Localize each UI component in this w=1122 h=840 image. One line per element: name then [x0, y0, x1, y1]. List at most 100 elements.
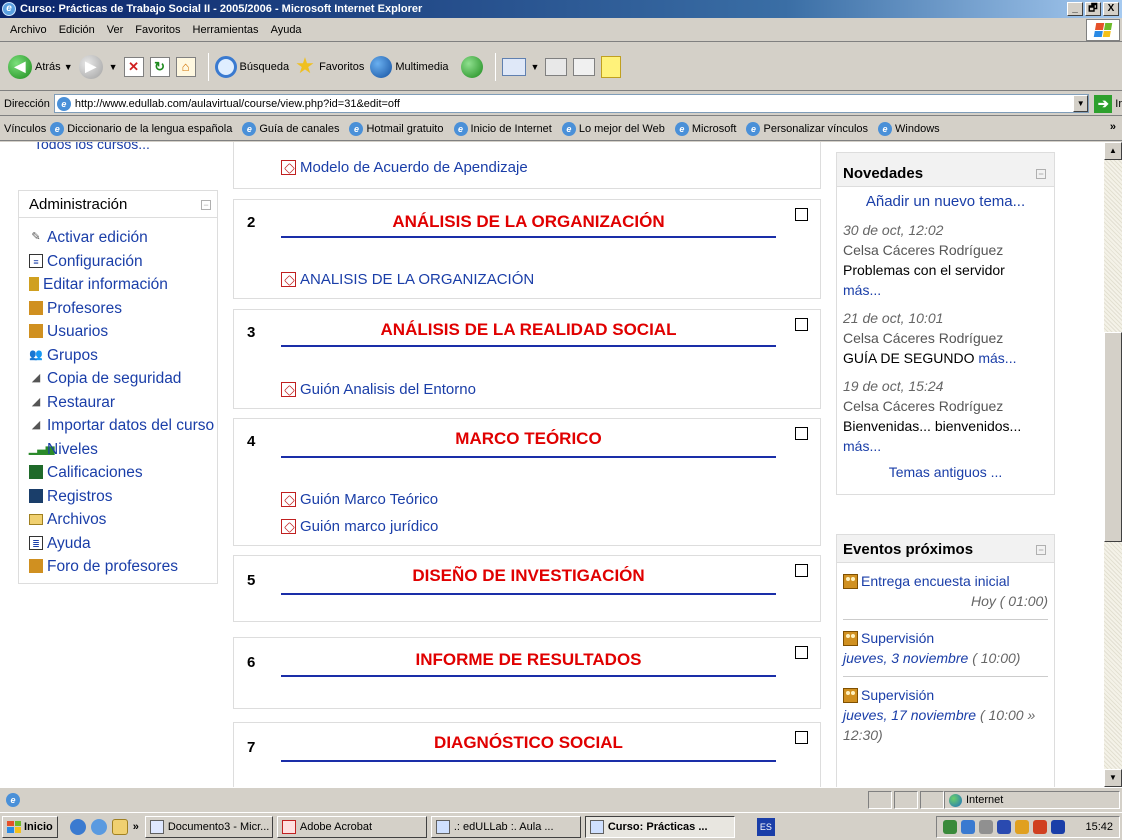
admin-item-configuracion[interactable]: ≡ Configuración [29, 250, 217, 274]
ie-quicklaunch-icon[interactable] [69, 818, 86, 835]
all-courses-link[interactable]: Todos los cursos... [34, 142, 150, 152]
address-url[interactable]: http://www.edullab.com/aulavirtual/cours… [75, 98, 1073, 110]
link-microsoft[interactable]: e Microsoft [674, 121, 736, 136]
link-mejor-web[interactable]: e Lo mejor del Web [561, 121, 665, 136]
security-icon[interactable] [1033, 820, 1047, 834]
admin-item-restaurar[interactable]: ◢ Restaurar [29, 391, 217, 415]
edit-page-icon[interactable] [573, 57, 596, 76]
event-link[interactable]: Entrega encuesta inicial [843, 571, 1048, 591]
minimize-button[interactable]: _ [1067, 2, 1083, 16]
network-icon[interactable] [943, 820, 957, 834]
menu-ver[interactable]: Ver [101, 24, 130, 36]
vertical-scrollbar[interactable]: ▲ ▼ [1104, 142, 1122, 787]
task-edullab[interactable]: .: edULLab :. Aula ... [430, 815, 581, 838]
highlight-checkbox[interactable] [795, 427, 808, 440]
link-windows[interactable]: e Windows [878, 121, 940, 136]
admin-item-profesores[interactable]: Profesores [29, 297, 217, 321]
antivirus-icon[interactable] [997, 820, 1011, 834]
messenger-icon[interactable] [961, 820, 975, 834]
admin-item-niveles[interactable]: ▁▃▅ Niveles [29, 438, 217, 462]
language-indicator[interactable]: ES [756, 817, 775, 836]
highlight-checkbox[interactable] [795, 318, 808, 331]
highlight-checkbox[interactable] [795, 208, 808, 221]
volume-icon[interactable] [979, 820, 993, 834]
update-icon[interactable] [1015, 820, 1029, 834]
link-diccionario[interactable]: e Diccionario de la lengua española [50, 121, 232, 136]
star-icon: ★ [295, 52, 315, 78]
admin-item-copia-seguridad[interactable]: ◢ Copia de seguridad [29, 367, 217, 391]
link-guia-canales[interactable]: e Guía de canales [242, 121, 339, 136]
menu-archivo[interactable]: Archivo [4, 24, 53, 36]
admin-item-ayuda[interactable]: ≣ Ayuda [29, 532, 217, 556]
news-more-link[interactable]: más... [843, 438, 881, 454]
scroll-thumb[interactable] [1104, 332, 1122, 542]
admin-item-registros[interactable]: Registros [29, 485, 217, 509]
event-link[interactable]: Supervisión [843, 628, 1048, 648]
home-button[interactable]: ⌂ [175, 56, 196, 77]
scroll-up-icon[interactable]: ▲ [1104, 142, 1122, 160]
resource-link[interactable]: Modelo de Acuerdo de Apendizaje [281, 159, 528, 176]
forward-dropdown-icon[interactable]: ▼ [109, 62, 118, 72]
mail-icon[interactable] [501, 57, 526, 76]
admin-item-foro-profesores[interactable]: Foro de profesores [29, 555, 217, 579]
address-input[interactable]: e http://www.edullab.com/aulavirtual/cou… [53, 94, 1090, 113]
link-hotmail[interactable]: e Hotmail gratuito [349, 121, 444, 136]
favorites-button[interactable]: ★ Favoritos [295, 52, 364, 78]
admin-item-grupos[interactable]: 👥 Grupos [29, 344, 217, 368]
news-more-link[interactable]: más... [978, 350, 1016, 366]
highlight-checkbox[interactable] [795, 646, 808, 659]
link-inicio-internet[interactable]: e Inicio de Internet [453, 121, 552, 136]
admin-item-editar-informacion[interactable]: Editar información [29, 273, 217, 297]
stop-button[interactable]: ✕ [123, 56, 144, 77]
resource-link[interactable]: Guión Marco Teórico [281, 491, 438, 508]
resource-link[interactable]: ANALISIS DE LA ORGANIZACIÓN [281, 271, 534, 288]
forward-button[interactable]: ▶ ▼ [78, 54, 118, 79]
admin-item-usuarios[interactable]: Usuarios [29, 320, 217, 344]
quicklaunch-more-button[interactable]: » [133, 821, 139, 833]
back-button[interactable]: ◀ Atrás ▼ [8, 54, 73, 79]
collapse-icon[interactable]: − [1036, 544, 1046, 555]
add-topic-link[interactable]: Añadir un nuevo tema... [837, 187, 1054, 220]
mail-dropdown-icon[interactable]: ▼ [531, 62, 540, 72]
menu-herramientas[interactable]: Herramientas [187, 24, 265, 36]
resource-link[interactable]: Guión Analisis del Entorno [281, 381, 476, 398]
maximize-button[interactable]: 🗗 [1085, 2, 1101, 16]
admin-item-importar[interactable]: ◢ Importar datos del curso [29, 414, 217, 438]
scroll-down-icon[interactable]: ▼ [1104, 769, 1122, 787]
admin-item-calificaciones[interactable]: Calificaciones [29, 461, 217, 485]
search-button[interactable]: Búsqueda [214, 55, 289, 78]
older-topics-link[interactable]: Temas antiguos ... [837, 464, 1054, 494]
refresh-button[interactable]: ↻ [149, 56, 170, 77]
task-word[interactable]: Documento3 - Micr... [144, 815, 273, 838]
task-acrobat[interactable]: Adobe Acrobat [276, 815, 427, 838]
media-button[interactable]: Multimedia [370, 55, 449, 78]
menu-edicion[interactable]: Edición [53, 24, 101, 36]
go-button[interactable]: ➔ Ir [1094, 94, 1122, 113]
history-icon[interactable] [460, 55, 483, 78]
collapse-icon[interactable]: − [201, 199, 211, 210]
menu-ayuda[interactable]: Ayuda [265, 24, 308, 36]
highlight-checkbox[interactable] [795, 564, 808, 577]
menu-favoritos[interactable]: Favoritos [129, 24, 186, 36]
admin-item-archivos[interactable]: Archivos [29, 508, 217, 532]
notes-icon[interactable] [601, 55, 622, 78]
close-button[interactable]: X [1103, 2, 1119, 16]
admin-item-activar-edicion[interactable]: ✎ Activar edición [29, 226, 217, 250]
print-icon[interactable] [545, 57, 568, 76]
link-personalizar[interactable]: e Personalizar vínculos [746, 121, 868, 136]
highlight-checkbox[interactable] [795, 731, 808, 744]
event-link[interactable]: Supervisión [843, 685, 1048, 705]
outlook-quicklaunch-icon[interactable] [90, 818, 107, 835]
links-more-button[interactable]: » [1110, 121, 1116, 133]
collapse-icon[interactable]: − [1036, 168, 1046, 179]
media-player-icon[interactable] [1051, 820, 1065, 834]
task-curso[interactable]: Curso: Prácticas ... [584, 815, 735, 838]
address-dropdown-icon[interactable]: ▼ [1073, 95, 1089, 112]
back-dropdown-icon[interactable]: ▼ [64, 62, 73, 72]
resource-link[interactable]: Guión marco jurídico [281, 518, 438, 535]
event-date-link[interactable]: jueves, 17 noviembre [843, 707, 976, 723]
start-button[interactable]: Inicio [2, 815, 58, 838]
folder-quicklaunch-icon[interactable] [111, 818, 128, 835]
news-more-link[interactable]: más... [843, 282, 881, 298]
event-date-link[interactable]: jueves, 3 noviembre [843, 650, 968, 666]
